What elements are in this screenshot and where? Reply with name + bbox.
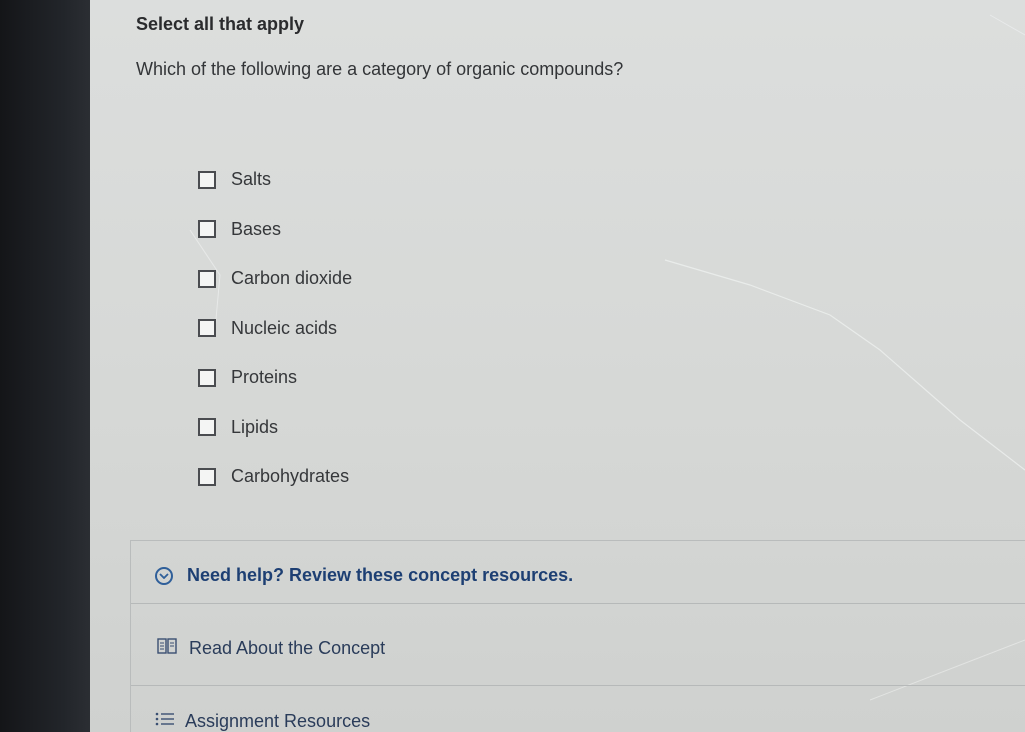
help-toggle-button[interactable]: Need help? Review these concept resource… xyxy=(155,565,573,586)
option-bases[interactable]: Bases xyxy=(198,205,352,255)
option-lipids[interactable]: Lipids xyxy=(198,403,352,453)
chevron-down-circle-icon xyxy=(155,566,173,585)
help-title: Need help? Review these concept resource… xyxy=(187,565,574,585)
option-label: Proteins xyxy=(231,367,298,388)
option-label: Bases xyxy=(231,218,282,239)
option-label: Salts xyxy=(231,169,272,190)
option-label: Nucleic acids xyxy=(231,317,338,338)
checkbox[interactable] xyxy=(198,319,216,338)
assignment-resources-link[interactable]: Assignment Resources xyxy=(155,711,370,732)
instruction-text: Select all that apply xyxy=(136,14,305,34)
checkbox[interactable] xyxy=(198,220,216,239)
option-carbohydrates[interactable]: Carbohydrates xyxy=(198,452,352,502)
divider xyxy=(131,685,1025,686)
option-label: Carbon dioxide xyxy=(231,268,353,289)
option-label: Lipids xyxy=(231,416,279,437)
read-about-concept-link[interactable]: Read About the Concept xyxy=(157,637,385,660)
read-about-concept-label: Read About the Concept xyxy=(189,638,386,658)
option-label: Carbohydrates xyxy=(231,466,350,487)
checkbox[interactable] xyxy=(198,368,216,387)
divider xyxy=(131,603,1025,604)
help-panel: Need help? Review these concept resource… xyxy=(130,540,1025,732)
checkbox[interactable] xyxy=(198,170,216,189)
answer-options: Salts Bases Carbon dioxide Nucleic acids… xyxy=(198,155,352,502)
checkbox[interactable] xyxy=(198,418,216,437)
checkbox[interactable] xyxy=(198,467,216,486)
checkbox[interactable] xyxy=(198,269,216,288)
option-nucleic-acids[interactable]: Nucleic acids xyxy=(198,304,352,354)
list-icon xyxy=(155,712,175,731)
option-salts[interactable]: Salts xyxy=(198,155,352,205)
question-screen: Select all that apply Which of the follo… xyxy=(90,0,1025,732)
book-icon xyxy=(157,637,177,660)
option-proteins[interactable]: Proteins xyxy=(198,353,352,403)
assignment-resources-label: Assignment Resources xyxy=(185,711,371,731)
question-text: Which of the following are a category of… xyxy=(136,59,624,79)
screen-bezel xyxy=(0,0,90,732)
option-carbon-dioxide[interactable]: Carbon dioxide xyxy=(198,254,352,304)
